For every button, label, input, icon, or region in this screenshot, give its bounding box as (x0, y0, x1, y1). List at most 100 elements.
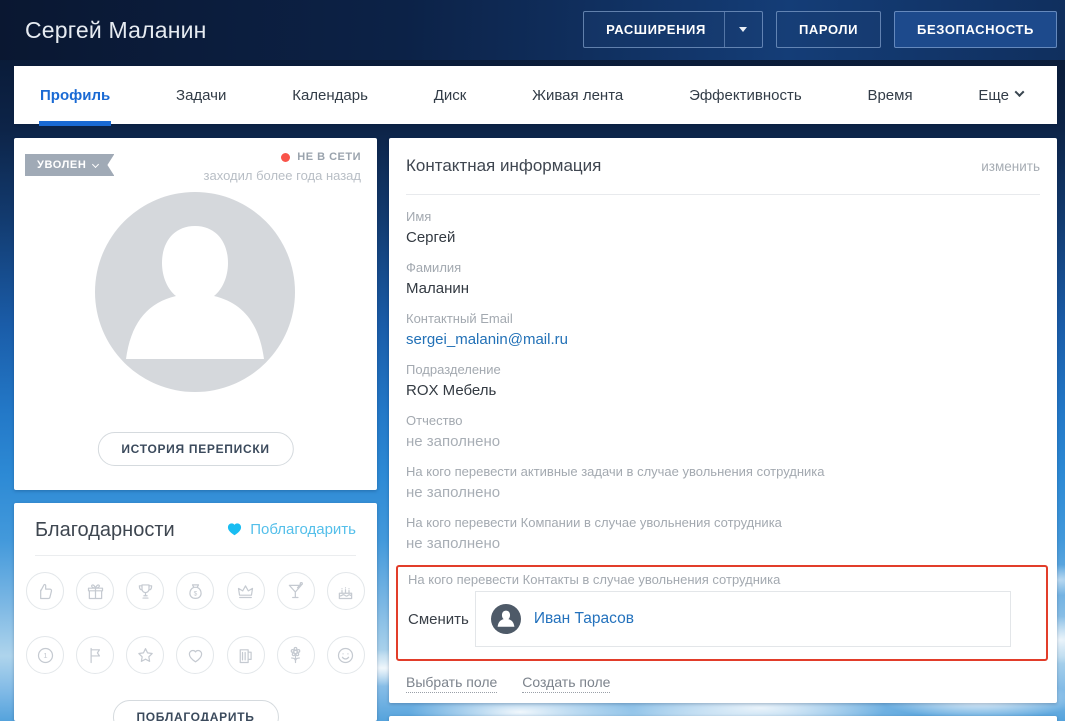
passwords-button[interactable]: ПАРОЛИ (776, 11, 881, 48)
tab-feed-label: Живая лента (532, 87, 623, 104)
gift-icon (76, 572, 114, 610)
tab-efficiency[interactable]: Эффективность (689, 66, 802, 124)
medal-1-icon: 1 (26, 636, 64, 674)
next-card-top-edge (389, 716, 1057, 721)
person-silhouette-icon (491, 604, 521, 634)
gratitude-title: Благодарности (35, 519, 175, 542)
field-label: Фамилия (406, 259, 1040, 276)
fired-status-ribbon[interactable]: УВОЛЕН (25, 154, 114, 176)
thank-link[interactable]: Поблагодарить (227, 521, 356, 538)
field-value: не заполнено (406, 534, 1040, 554)
field-label: На кого перевести Компании в случае увол… (406, 514, 1040, 531)
header-actions: РАСШИРЕНИЯ ПАРОЛИ БЕЗОПАСНОСТЬ (583, 11, 1057, 48)
svg-text:1: 1 (43, 651, 47, 660)
tab-more-label: Еще (978, 87, 1009, 104)
presence-block: НЕ В СЕТИ заходил более года назад (204, 151, 361, 183)
field-label: На кого перевести активные задачи в случ… (406, 463, 1040, 480)
security-button[interactable]: БЕЗОПАСНОСТЬ (894, 11, 1057, 48)
field-transfer-companies: На кого перевести Компании в случае увол… (406, 514, 1040, 554)
field-value: Маланин (406, 279, 1040, 299)
profile-tabbar: Профиль Задачи Календарь Диск Живая лент… (14, 66, 1057, 124)
security-button-label: БЕЗОПАСНОСТЬ (917, 22, 1034, 37)
field-label: Имя (406, 208, 1040, 225)
person-avatar (491, 604, 521, 634)
field-value: ROX Мебель (406, 381, 1040, 401)
extensions-button[interactable]: РАСШИРЕНИЯ (583, 11, 763, 48)
badge-row-1: $ (26, 572, 365, 610)
tab-calendar[interactable]: Календарь (292, 66, 368, 124)
top-header: Сергей Маланин РАСШИРЕНИЯ ПАРОЛИ БЕЗОПАС… (0, 0, 1065, 60)
tab-profile[interactable]: Профиль (40, 66, 110, 124)
tab-profile-label: Профиль (40, 87, 110, 104)
create-field-link[interactable]: Создать поле (522, 674, 610, 693)
contact-info-title: Контактная информация (406, 156, 601, 176)
select-field-link[interactable]: Выбрать поле (406, 674, 497, 693)
field-middle-name: Отчество не заполнено (406, 412, 1040, 452)
field-last-name: Фамилия Маланин (406, 259, 1040, 299)
field-email: Контактный Email sergei_malanin@mail.ru (406, 310, 1040, 350)
chevron-down-icon (1014, 87, 1024, 97)
field-value: Сергей (406, 228, 1040, 248)
field-label: Контактный Email (406, 310, 1040, 327)
field-value: не заполнено (406, 432, 1040, 452)
badge-grid: $ 1 (14, 556, 377, 674)
tab-tasks[interactable]: Задачи (176, 66, 226, 124)
tab-calendar-label: Календарь (292, 87, 368, 104)
tab-disk-label: Диск (434, 87, 467, 104)
chevron-down-icon (92, 160, 99, 167)
tab-feed[interactable]: Живая лента (532, 66, 623, 124)
crown-icon (227, 572, 265, 610)
thank-button[interactable]: ПОБЛАГОДАРИТЬ (112, 700, 278, 721)
like-icon (26, 572, 64, 610)
gratitude-card: Благодарности Поблагодарить $ 1 ПОБЛАГОД… (14, 503, 377, 721)
page-title: Сергей Маланин (25, 17, 207, 44)
tab-time[interactable]: Время (867, 66, 912, 124)
profile-card: УВОЛЕН НЕ В СЕТИ заходил более года наза… (14, 138, 377, 490)
field-transfer-tasks: На кого перевести активные задачи в случ… (406, 463, 1040, 503)
cake-icon (327, 572, 365, 610)
smile-icon (327, 636, 365, 674)
change-link[interactable]: Сменить (408, 611, 469, 628)
field-label: На кого перевести Контакты в случае увол… (408, 571, 1036, 588)
presence-status: НЕ В СЕТИ (297, 151, 361, 163)
badge-row-2: 1 (26, 636, 365, 674)
thank-link-label: Поблагодарить (250, 521, 356, 538)
highlighted-transfer-contacts-field: На кого перевести Контакты в случае увол… (396, 565, 1048, 661)
extensions-button-label: РАСШИРЕНИЯ (584, 22, 724, 37)
edit-link[interactable]: изменить (981, 159, 1040, 174)
beer-icon (227, 636, 265, 674)
trophy-icon (126, 572, 164, 610)
fired-status-label: УВОЛЕН (37, 159, 86, 171)
flag-icon (76, 636, 114, 674)
field-first-name: Имя Сергей (406, 208, 1040, 248)
field-department: Подразделение ROX Мебель (406, 361, 1040, 401)
flower-icon (277, 636, 315, 674)
tab-more[interactable]: Еще (978, 66, 1023, 124)
person-silhouette-icon (95, 192, 295, 392)
extensions-dropdown-button[interactable] (724, 12, 762, 47)
heart-icon (227, 522, 242, 536)
message-history-button[interactable]: ИСТОРИЯ ПЕРЕПИСКИ (97, 432, 293, 466)
contact-info-card: Контактная информация изменить Имя Серге… (389, 138, 1057, 703)
caret-down-icon (739, 27, 747, 32)
star-icon (126, 636, 164, 674)
employee-selector-box: Иван Тарасов (475, 591, 1011, 647)
tab-disk[interactable]: Диск (434, 66, 467, 124)
email-link[interactable]: sergei_malanin@mail.ru (406, 330, 1040, 350)
field-label: Подразделение (406, 361, 1040, 378)
selected-person-link[interactable]: Иван Тарасов (534, 610, 634, 628)
offline-dot-icon (281, 153, 290, 162)
cocktail-icon (277, 572, 315, 610)
tab-tasks-label: Задачи (176, 87, 226, 104)
field-value: не заполнено (406, 483, 1040, 503)
passwords-button-label: ПАРОЛИ (799, 22, 858, 37)
profile-avatar (95, 192, 295, 392)
contact-fields: Имя Сергей Фамилия Маланин Контактный Em… (406, 195, 1040, 693)
svg-text:$: $ (194, 590, 198, 597)
money-bag-icon: $ (176, 572, 214, 610)
tab-time-label: Время (867, 87, 912, 104)
contact-footer: Выбрать поле Создать поле (406, 674, 1040, 693)
field-label: Отчество (406, 412, 1040, 429)
last-seen-text: заходил более года назад (204, 168, 361, 183)
tab-efficiency-label: Эффективность (689, 87, 802, 104)
